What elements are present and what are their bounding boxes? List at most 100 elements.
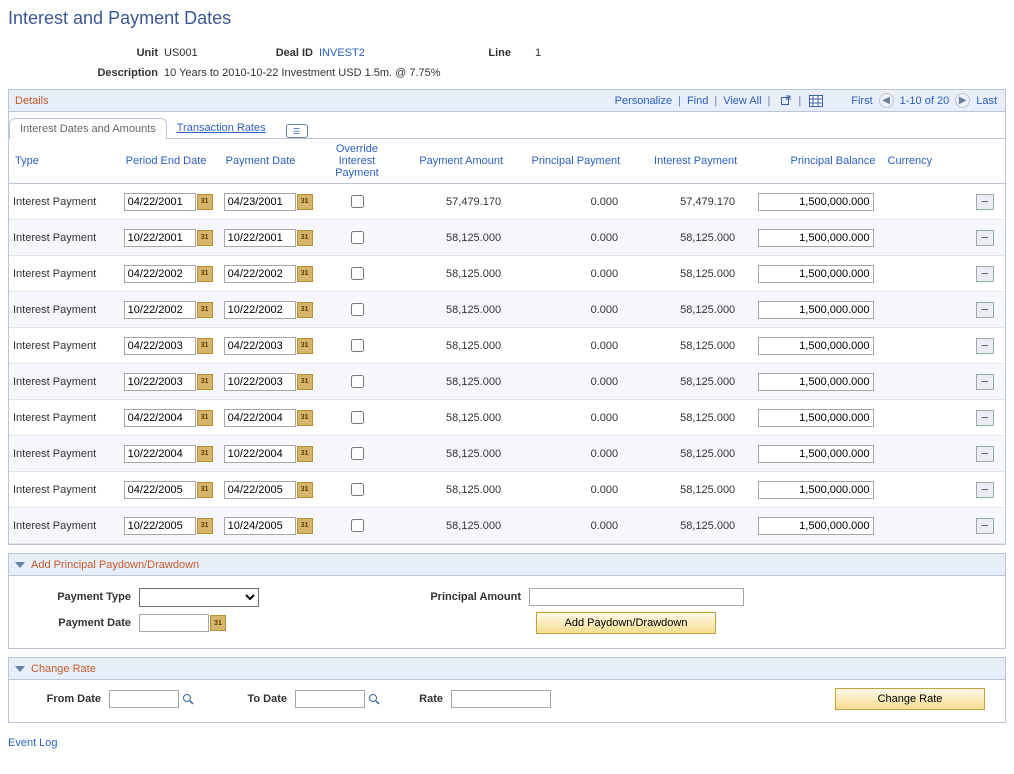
event-log-link[interactable]: Event Log <box>8 737 58 749</box>
period-end-input[interactable] <box>124 445 196 463</box>
override-checkbox[interactable] <box>351 231 364 244</box>
override-checkbox[interactable] <box>351 195 364 208</box>
to-date-input[interactable] <box>295 690 365 708</box>
find-link[interactable]: Find <box>687 95 708 107</box>
override-checkbox[interactable] <box>351 339 364 352</box>
period-end-input[interactable] <box>124 193 196 211</box>
change-rate-button[interactable]: Change Rate <box>835 688 985 710</box>
payment-date-input[interactable] <box>224 193 296 211</box>
col-override[interactable]: Override Interest Payment <box>320 139 394 184</box>
delete-row-button[interactable]: − <box>976 446 994 462</box>
calendar-icon[interactable]: 31 <box>297 410 313 426</box>
override-checkbox[interactable] <box>351 267 364 280</box>
col-principal-payment[interactable]: Principal Payment <box>509 139 626 184</box>
principal-balance-input[interactable] <box>758 373 874 391</box>
principal-balance-input[interactable] <box>758 337 874 355</box>
override-checkbox[interactable] <box>351 411 364 424</box>
view-all-link[interactable]: View All <box>723 95 761 107</box>
col-period-end[interactable]: Period End Date <box>120 139 220 184</box>
delete-row-button[interactable]: − <box>976 482 994 498</box>
calendar-icon[interactable]: 31 <box>297 446 313 462</box>
principal-balance-input[interactable] <box>758 445 874 463</box>
override-checkbox[interactable] <box>351 483 364 496</box>
payment-date-input[interactable] <box>224 301 296 319</box>
principal-balance-input[interactable] <box>758 229 874 247</box>
payment-date-input[interactable] <box>224 445 296 463</box>
calendar-icon[interactable]: 31 <box>197 266 213 282</box>
delete-row-button[interactable]: − <box>976 518 994 534</box>
payment-date-input[interactable] <box>224 265 296 283</box>
disclose-icon[interactable] <box>15 562 25 568</box>
tab-transaction-rates[interactable]: Transaction Rates <box>167 118 276 138</box>
from-date-input[interactable] <box>109 690 179 708</box>
col-principal-balance[interactable]: Principal Balance <box>743 139 881 184</box>
calendar-icon[interactable]: 31 <box>197 410 213 426</box>
spreadsheet-icon[interactable] <box>809 94 823 108</box>
calendar-icon[interactable]: 31 <box>297 338 313 354</box>
delete-row-button[interactable]: − <box>976 410 994 426</box>
payment-date-input[interactable] <box>224 517 296 535</box>
override-checkbox[interactable] <box>351 447 364 460</box>
calendar-icon[interactable]: 31 <box>297 266 313 282</box>
prev-page-button[interactable]: ◀ <box>879 93 894 108</box>
calendar-icon[interactable]: 31 <box>197 338 213 354</box>
col-currency[interactable]: Currency <box>882 139 965 184</box>
first-link[interactable]: First <box>851 95 872 107</box>
calendar-icon[interactable]: 31 <box>197 518 213 534</box>
calendar-icon[interactable]: 31 <box>197 482 213 498</box>
delete-row-button[interactable]: − <box>976 266 994 282</box>
period-end-input[interactable] <box>124 409 196 427</box>
principal-balance-input[interactable] <box>758 481 874 499</box>
override-checkbox[interactable] <box>351 303 364 316</box>
lookup-icon[interactable] <box>181 692 195 706</box>
period-end-input[interactable] <box>124 301 196 319</box>
calendar-icon[interactable]: 31 <box>297 302 313 318</box>
col-payment-amount[interactable]: Payment Amount <box>394 139 509 184</box>
delete-row-button[interactable]: − <box>976 374 994 390</box>
override-checkbox[interactable] <box>351 375 364 388</box>
calendar-icon[interactable]: 31 <box>197 446 213 462</box>
payment-type-select[interactable] <box>139 588 259 607</box>
lookup-icon[interactable] <box>367 692 381 706</box>
last-link[interactable]: Last <box>976 95 997 107</box>
next-page-button[interactable]: ▶ <box>955 93 970 108</box>
principal-amount-input[interactable] <box>529 588 744 606</box>
disclose-icon[interactable] <box>15 666 25 672</box>
principal-balance-input[interactable] <box>758 517 874 535</box>
delete-row-button[interactable]: − <box>976 302 994 318</box>
tab-interest-dates[interactable]: Interest Dates and Amounts <box>9 118 167 139</box>
calendar-icon[interactable]: 31 <box>297 194 313 210</box>
calendar-icon[interactable]: 31 <box>197 230 213 246</box>
zoom-icon[interactable] <box>778 94 792 108</box>
period-end-input[interactable] <box>124 481 196 499</box>
calendar-icon[interactable]: 31 <box>197 194 213 210</box>
calendar-icon[interactable]: 31 <box>210 615 226 631</box>
add-paydown-button[interactable]: Add Paydown/Drawdown <box>536 612 716 634</box>
period-end-input[interactable] <box>124 517 196 535</box>
personalize-link[interactable]: Personalize <box>615 95 672 107</box>
calendar-icon[interactable]: 31 <box>297 518 313 534</box>
col-type[interactable]: Type <box>9 139 120 184</box>
col-payment-date[interactable]: Payment Date <box>220 139 320 184</box>
payment-date-input[interactable] <box>224 337 296 355</box>
period-end-input[interactable] <box>124 337 196 355</box>
calendar-icon[interactable]: 31 <box>197 302 213 318</box>
delete-row-button[interactable]: − <box>976 230 994 246</box>
override-checkbox[interactable] <box>351 519 364 532</box>
payment-date-input[interactable] <box>224 481 296 499</box>
payment-date-input[interactable] <box>224 409 296 427</box>
principal-balance-input[interactable] <box>758 265 874 283</box>
calendar-icon[interactable]: 31 <box>297 230 313 246</box>
calendar-icon[interactable]: 31 <box>197 374 213 390</box>
principal-balance-input[interactable] <box>758 301 874 319</box>
show-all-columns-icon[interactable]: ☰ <box>286 124 308 138</box>
principal-balance-input[interactable] <box>758 193 874 211</box>
delete-row-button[interactable]: − <box>976 194 994 210</box>
rate-input[interactable] <box>451 690 551 708</box>
col-interest-payment[interactable]: Interest Payment <box>626 139 743 184</box>
principal-balance-input[interactable] <box>758 409 874 427</box>
payment-date-input[interactable] <box>139 614 209 632</box>
period-end-input[interactable] <box>124 373 196 391</box>
calendar-icon[interactable]: 31 <box>297 482 313 498</box>
delete-row-button[interactable]: − <box>976 338 994 354</box>
